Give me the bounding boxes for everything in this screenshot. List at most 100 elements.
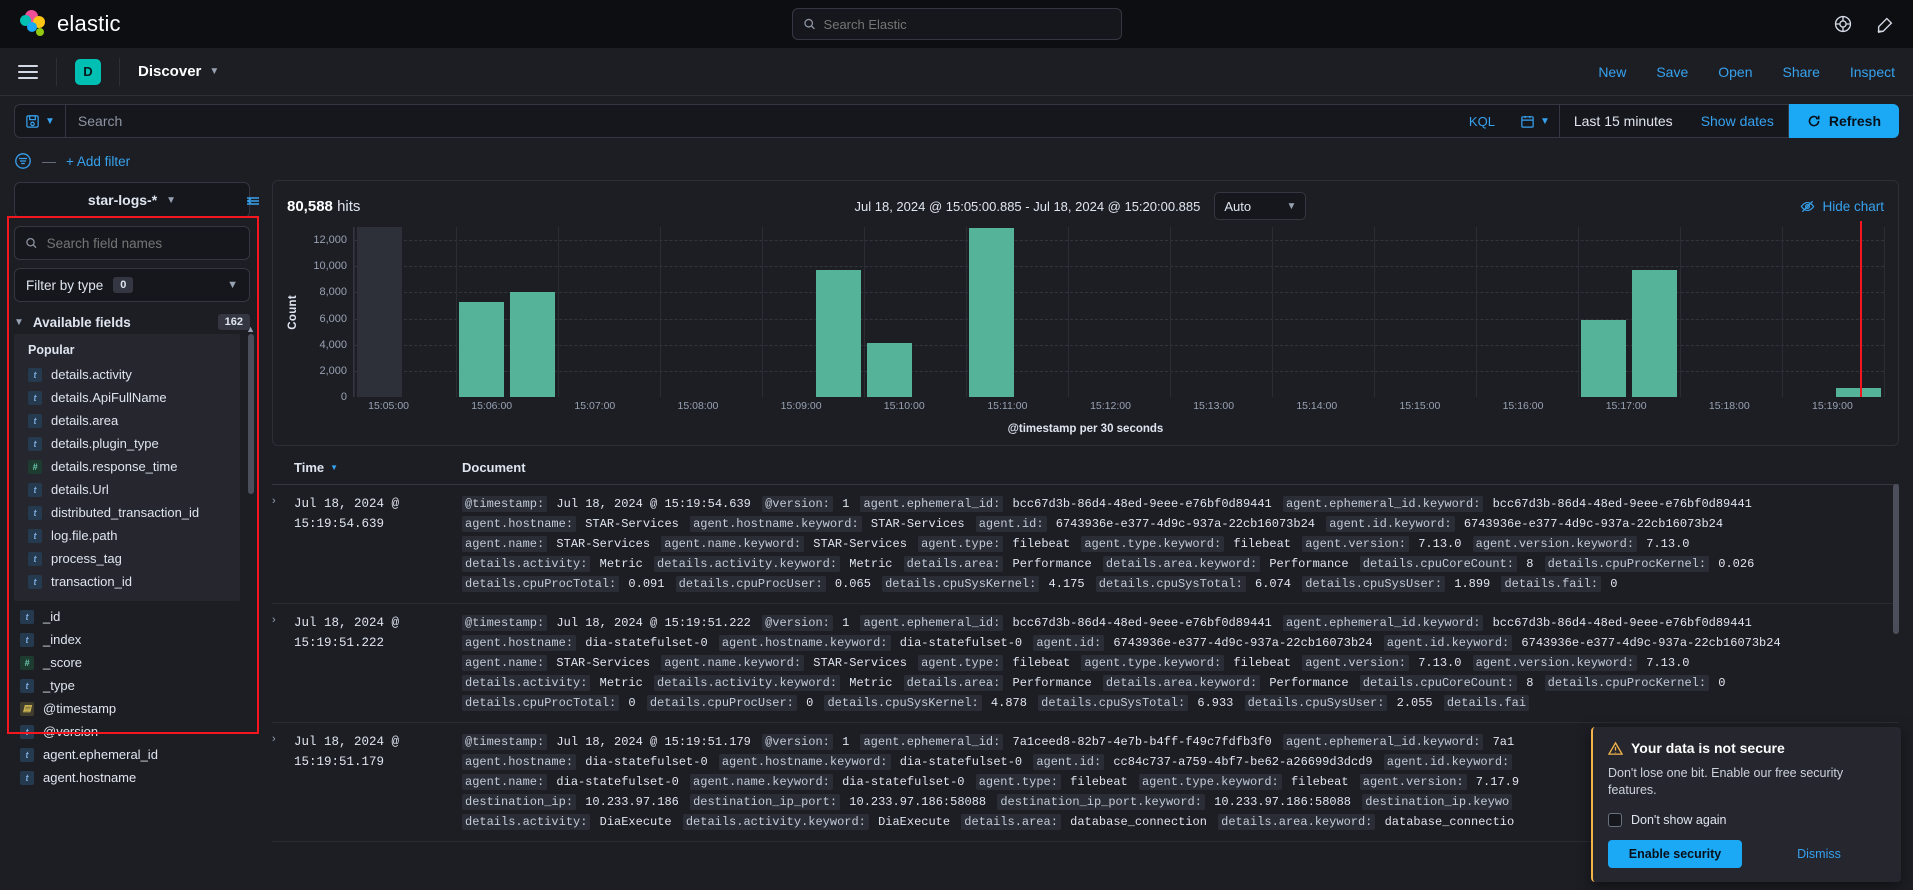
histogram-bar[interactable] — [1836, 387, 1881, 397]
menu-icon[interactable] — [18, 64, 38, 79]
open-button[interactable]: Open — [1718, 64, 1752, 80]
share-button[interactable]: Share — [1783, 64, 1820, 80]
column-header-time[interactable]: Time ▼ — [272, 460, 462, 475]
field-item--id[interactable]: t _id — [14, 605, 260, 628]
global-search-box[interactable] — [791, 8, 1122, 40]
field-item--index[interactable]: t _index — [14, 628, 260, 651]
hide-chart-button[interactable]: Hide chart — [1800, 199, 1884, 214]
field-key: details.cpuSysUser: — [1244, 695, 1388, 711]
add-filter-button[interactable]: + Add filter — [66, 154, 130, 169]
table-row[interactable]: › Jul 18, 2024 @ 15:19:51.222 @timestamp: … — [272, 604, 1899, 723]
field-item--score[interactable]: # _score — [14, 651, 260, 674]
column-header-document[interactable]: Document — [462, 460, 526, 475]
available-fields-header[interactable]: ▼ Available fields 162 — [14, 314, 250, 330]
chevron-down-icon[interactable]: ▼ — [209, 66, 219, 77]
calendar-button[interactable]: ▼ — [1511, 105, 1560, 137]
field-item--type[interactable]: t _type — [14, 674, 260, 697]
field-key: details.area.keyword: — [1102, 675, 1261, 691]
field-item-details-response-time[interactable]: # details.response_time — [14, 455, 240, 478]
field-item-process-tag[interactable]: t process_tag — [14, 547, 240, 570]
field-value: filebeat — [1283, 775, 1356, 789]
show-dates-button[interactable]: Show dates — [1687, 113, 1788, 129]
field-value: 10.233.97.186 — [578, 795, 687, 809]
saved-query-button[interactable]: ▼ — [15, 105, 66, 137]
announcements-icon[interactable] — [1875, 14, 1895, 34]
histogram-bar[interactable] — [459, 301, 504, 397]
field-key: details.activity.keyword: — [654, 556, 841, 572]
histogram-bar[interactable] — [969, 228, 1014, 397]
search-field-names-input[interactable] — [46, 235, 239, 251]
field-key: @version: — [762, 734, 833, 750]
query-language-button[interactable]: KQL — [1453, 114, 1511, 129]
plot-area[interactable] — [353, 221, 1885, 397]
histogram-bar[interactable] — [867, 342, 912, 397]
interval-select[interactable]: Auto ▼ — [1214, 192, 1307, 220]
toast-title-group: Your data is not secure — [1608, 740, 1886, 756]
field-search-box[interactable] — [14, 226, 250, 260]
histogram-bar[interactable] — [1581, 319, 1626, 397]
field-item-agent-ephemeral-id[interactable]: t agent.ephemeral_id — [14, 743, 260, 766]
help-icon[interactable] — [1833, 14, 1853, 34]
histogram-bar[interactable] — [1632, 270, 1677, 397]
field-key: details.cpuProcTotal: — [462, 695, 620, 711]
field-key: agent.name.keyword: — [661, 536, 805, 552]
field-item-transaction-id[interactable]: t transaction_id — [14, 570, 240, 593]
field-item--version[interactable]: t @version — [14, 720, 260, 743]
sidebar-scrollbar[interactable] — [248, 334, 254, 494]
field-key: details.cpuProcUser: — [675, 576, 826, 592]
scroll-up-icon[interactable]: ▲ — [246, 324, 255, 334]
filter-by-type-select[interactable]: Filter by type 0 ▼ — [14, 268, 250, 302]
field-name: distributed_transaction_id — [51, 505, 200, 520]
refresh-button[interactable]: Refresh — [1788, 104, 1899, 138]
histogram-bar[interactable] — [357, 227, 402, 397]
expand-row-icon[interactable]: › — [272, 613, 294, 713]
inspect-button[interactable]: Inspect — [1850, 64, 1895, 80]
field-key: details.activity: — [462, 556, 591, 572]
field-item-log-file-path[interactable]: t log.file.path — [14, 524, 240, 547]
global-search-input[interactable] — [823, 16, 1111, 32]
filter-icon[interactable] — [14, 152, 32, 170]
field-key: agent.type.keyword: — [1081, 655, 1225, 671]
search-input[interactable]: Search — [66, 113, 1453, 129]
field-item-details-apifullname[interactable]: t details.ApiFullName — [14, 386, 240, 409]
elastic-brand[interactable]: elastic — [18, 10, 121, 38]
time-range-value[interactable]: Last 15 minutes — [1560, 113, 1687, 129]
field-type-icon: t — [28, 528, 42, 543]
histogram-chart[interactable]: Count 0 2,000 4,000 6,000 8,000 10,000 12,000 — [287, 221, 1885, 403]
field-item-agent-hostname[interactable]: t agent.hostname — [14, 766, 260, 789]
histogram-bar[interactable] — [816, 270, 861, 397]
index-pattern-select[interactable]: star-logs-* ▼ — [14, 182, 250, 218]
dont-show-again-row[interactable]: Don't show again — [1608, 813, 1886, 827]
documents-scrollbar[interactable] — [1893, 484, 1899, 634]
field-value: 7.13.0 — [1639, 656, 1690, 670]
histogram-bar[interactable] — [510, 291, 555, 397]
dont-show-again-label: Don't show again — [1631, 813, 1727, 827]
expand-row-icon[interactable]: › — [272, 732, 294, 832]
field-key: details.cpuSysKernel: — [824, 695, 982, 711]
sort-desc-icon[interactable]: ▼ — [330, 463, 338, 472]
field-key: details.activity: — [462, 675, 591, 691]
field-item-details-activity[interactable]: t details.activity — [14, 363, 240, 386]
field-item-distributed-transaction-id[interactable]: t distributed_transaction_id — [14, 501, 240, 524]
chevron-down-icon: ▼ — [1286, 200, 1297, 212]
field-key: agent.version.keyword: — [1472, 536, 1638, 552]
new-button[interactable]: New — [1598, 64, 1626, 80]
dismiss-button[interactable]: Dismiss — [1752, 840, 1886, 868]
field-item-details-area[interactable]: t details.area — [14, 409, 240, 432]
field-name: agent.ephemeral_id — [43, 747, 158, 762]
field-item-details-url[interactable]: t details.Url — [14, 478, 240, 501]
save-button[interactable]: Save — [1656, 64, 1688, 80]
collapse-sidebar-icon[interactable] — [244, 192, 262, 210]
field-item--timestamp[interactable]: ▤ @timestamp — [14, 697, 260, 720]
dont-show-again-checkbox[interactable] — [1608, 813, 1622, 827]
field-item-details-plugin-type[interactable]: t details.plugin_type — [14, 432, 240, 455]
field-value: filebeat — [1226, 537, 1299, 551]
field-value: 7a1 — [1485, 735, 1515, 749]
table-header: Time ▼ Document — [272, 450, 1899, 485]
app-title-group[interactable]: Discover ▼ — [138, 63, 219, 80]
table-row[interactable]: › Jul 18, 2024 @ 15:19:54.639 @timestamp: … — [272, 485, 1899, 604]
expand-row-icon[interactable]: › — [272, 494, 294, 594]
enable-security-button[interactable]: Enable security — [1608, 840, 1742, 868]
field-key: details.cpuSysKernel: — [882, 576, 1040, 592]
date-picker: ▼ Last 15 minutes Show dates — [1510, 104, 1789, 138]
